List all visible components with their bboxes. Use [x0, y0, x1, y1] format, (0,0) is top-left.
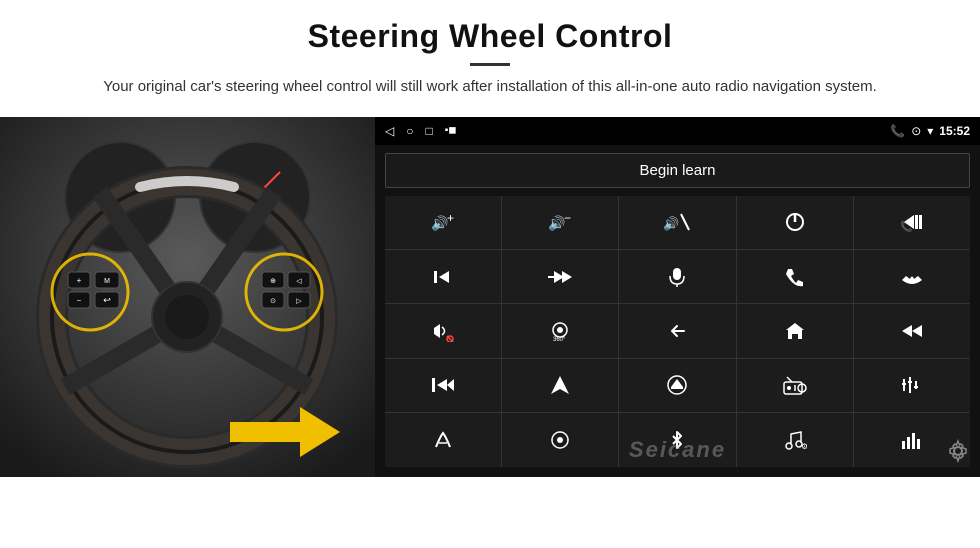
- music-button[interactable]: ⚙: [737, 413, 853, 466]
- call-button[interactable]: [737, 250, 853, 303]
- skip-forward-button[interactable]: [385, 359, 501, 412]
- eject-button[interactable]: [619, 359, 735, 412]
- recents-icon[interactable]: □: [425, 124, 432, 138]
- status-bar-left: ◁ ○ □ ▪◼: [385, 124, 457, 138]
- svg-text:🔊: 🔊: [663, 215, 679, 232]
- navigate-button[interactable]: [502, 359, 618, 412]
- prev-track-button[interactable]: 📞: [854, 196, 970, 249]
- subtitle: Your original car's steering wheel contr…: [80, 76, 900, 99]
- steering-wheel-container: + − M ↩ ⊕ ⊙ ◁ ▷: [0, 117, 375, 477]
- svg-text:+: +: [77, 276, 82, 285]
- mute-button[interactable]: 🔊: [619, 196, 735, 249]
- bluetooth-button[interactable]: [619, 413, 735, 466]
- svg-text:📞: 📞: [900, 220, 913, 232]
- menu-button[interactable]: [502, 413, 618, 466]
- content-area: + − M ↩ ⊕ ⊙ ◁ ▷: [0, 117, 980, 548]
- svg-text:⊙: ⊙: [270, 298, 276, 305]
- sound-mode-button[interactable]: [385, 304, 501, 357]
- vol-down-button[interactable]: 🔊−: [502, 196, 618, 249]
- camera-360-button[interactable]: 360°: [502, 304, 618, 357]
- svg-text:↩: ↩: [103, 295, 111, 305]
- svg-text:⊕: ⊕: [270, 278, 276, 285]
- rewind-button[interactable]: [854, 304, 970, 357]
- svg-text:M: M: [104, 278, 110, 285]
- svg-text:+: +: [447, 212, 454, 225]
- equalizer-button[interactable]: [854, 359, 970, 412]
- android-head-unit: ◁ ○ □ ▪◼ 📞 ⊙ ▾ 15:52 Begin learn: [375, 117, 980, 477]
- title-divider: [470, 63, 510, 66]
- mic-button[interactable]: [619, 250, 735, 303]
- svg-text:▷: ▷: [296, 298, 302, 305]
- time-display: 15:52: [939, 124, 970, 138]
- phone-status-icon: 📞: [890, 124, 905, 138]
- status-bar-right: 📞 ⊙ ▾ 15:52: [890, 124, 970, 138]
- svg-text:−: −: [77, 296, 82, 305]
- svg-text:360°: 360°: [553, 337, 566, 342]
- svg-text:−: −: [564, 212, 571, 225]
- svg-text:◁: ◁: [296, 278, 302, 285]
- battery-signal-icon: ▪◼: [445, 125, 457, 136]
- status-bar: ◁ ○ □ ▪◼ 📞 ⊙ ▾ 15:52: [375, 117, 980, 145]
- steering-wheel-svg: + − M ↩ ⊕ ⊙ ◁ ▷: [0, 117, 375, 477]
- begin-learn-button[interactable]: Begin learn: [385, 153, 970, 188]
- home-icon[interactable]: ○: [406, 124, 413, 138]
- header: Steering Wheel Control Your original car…: [0, 0, 980, 107]
- steering-wheel-image: + − M ↩ ⊕ ⊙ ◁ ▷: [0, 117, 375, 477]
- wifi-icon: ▾: [927, 124, 933, 138]
- hang-up-button[interactable]: [854, 250, 970, 303]
- home-nav-button[interactable]: [737, 304, 853, 357]
- controls-grid: 🔊+ 🔊− 🔊: [385, 196, 970, 467]
- svg-text:🔊: 🔊: [548, 214, 565, 232]
- voice-button[interactable]: [385, 413, 501, 466]
- location-icon: ⊙: [911, 124, 921, 138]
- svg-text:🔊: 🔊: [431, 214, 448, 232]
- power-button[interactable]: [737, 196, 853, 249]
- page: Steering Wheel Control Your original car…: [0, 0, 980, 548]
- vol-up-button[interactable]: 🔊+: [385, 196, 501, 249]
- settings-gear-button[interactable]: [946, 439, 970, 469]
- next-button[interactable]: [385, 250, 501, 303]
- fast-forward-button[interactable]: [502, 250, 618, 303]
- back-nav-button[interactable]: [619, 304, 735, 357]
- page-title: Steering Wheel Control: [40, 18, 940, 55]
- radio-button[interactable]: [737, 359, 853, 412]
- svg-text:⚙: ⚙: [801, 442, 807, 451]
- back-icon[interactable]: ◁: [385, 124, 394, 138]
- begin-learn-row: Begin learn: [375, 145, 980, 196]
